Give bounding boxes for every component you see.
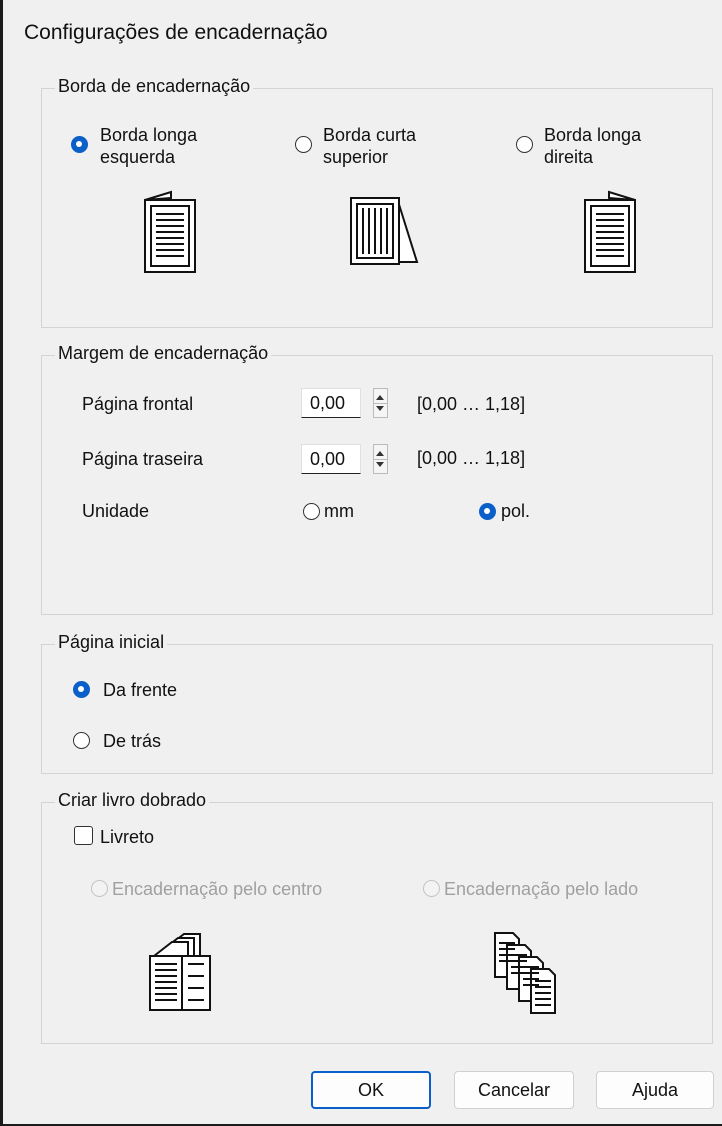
spin-up-icon[interactable] [376,451,384,456]
back-page-margin-input[interactable]: 0,00 [301,444,361,474]
book-top-binding-icon [350,197,419,265]
booklet-checkbox[interactable] [74,826,93,845]
unit-mm-label[interactable]: mm [324,500,354,522]
binding-edge-legend: Borda de encadernação [55,76,254,97]
book-right-binding-icon [584,190,636,273]
unit-inch-label[interactable]: pol. [501,500,530,522]
book-left-binding-icon [144,190,196,273]
help-button[interactable]: Ajuda [596,1071,714,1109]
side-binding-icon [494,932,556,1014]
front-page-margin-input[interactable]: 0,00 [301,388,361,418]
long-right-label-line1: Borda longa [544,125,642,145]
front-page-label: Página frontal [82,394,194,414]
radio-unit-inch[interactable] [479,503,496,520]
short-top-label[interactable]: Borda curta superior [323,124,416,168]
spin-up-icon[interactable] [376,395,384,400]
radio-side-binding[interactable] [423,880,440,897]
start-back-label[interactable]: De trás [103,730,161,752]
ok-button[interactable]: OK [311,1071,431,1109]
side-binding-label[interactable]: Encadernação pelo lado [444,878,638,900]
front-page-spinner[interactable] [373,388,388,418]
folded-book-legend: Criar livro dobrado [55,790,210,811]
back-page-spinner[interactable] [373,444,388,474]
dialog-title: Configurações de encadernação [24,21,328,44]
start-page-group: Página inicial [41,632,713,774]
spinner-divider [374,459,387,460]
short-top-label-line2: superior [323,147,389,167]
short-top-label-line1: Borda curta [323,125,417,145]
radio-long-left[interactable] [71,136,88,153]
unit-label: Unidade [82,501,150,521]
back-page-range: [0,00 … 1,18] [417,448,526,468]
long-left-label[interactable]: Borda longa esquerda [100,124,197,168]
long-left-label-line2: esquerda [100,147,176,167]
radio-center-binding[interactable] [91,880,108,897]
spin-down-icon[interactable] [376,406,384,411]
long-right-label[interactable]: Borda longa direita [544,124,641,168]
radio-start-back[interactable] [73,732,90,749]
radio-long-right[interactable] [516,136,533,153]
long-left-label-line1: Borda longa [100,125,198,145]
front-page-range: [0,00 … 1,18] [417,394,526,414]
center-binding-icon [149,933,211,1011]
long-right-label-line2: direita [544,147,594,167]
back-page-label: Página traseira [82,449,204,469]
spin-down-icon[interactable] [376,462,384,467]
center-binding-label[interactable]: Encadernação pelo centro [112,878,322,900]
radio-unit-mm[interactable] [303,503,320,520]
binding-margin-legend: Margem de encadernação [55,343,272,364]
spinner-divider [374,403,387,404]
radio-start-front[interactable] [73,681,90,698]
booklet-label[interactable]: Livreto [100,826,154,848]
start-page-legend: Página inicial [55,632,168,653]
binding-settings-dialog: Configurações de encadernação Borda de e… [0,0,722,1126]
start-front-label[interactable]: Da frente [103,679,177,701]
cancel-button[interactable]: Cancelar [454,1071,574,1109]
radio-short-top[interactable] [295,136,312,153]
